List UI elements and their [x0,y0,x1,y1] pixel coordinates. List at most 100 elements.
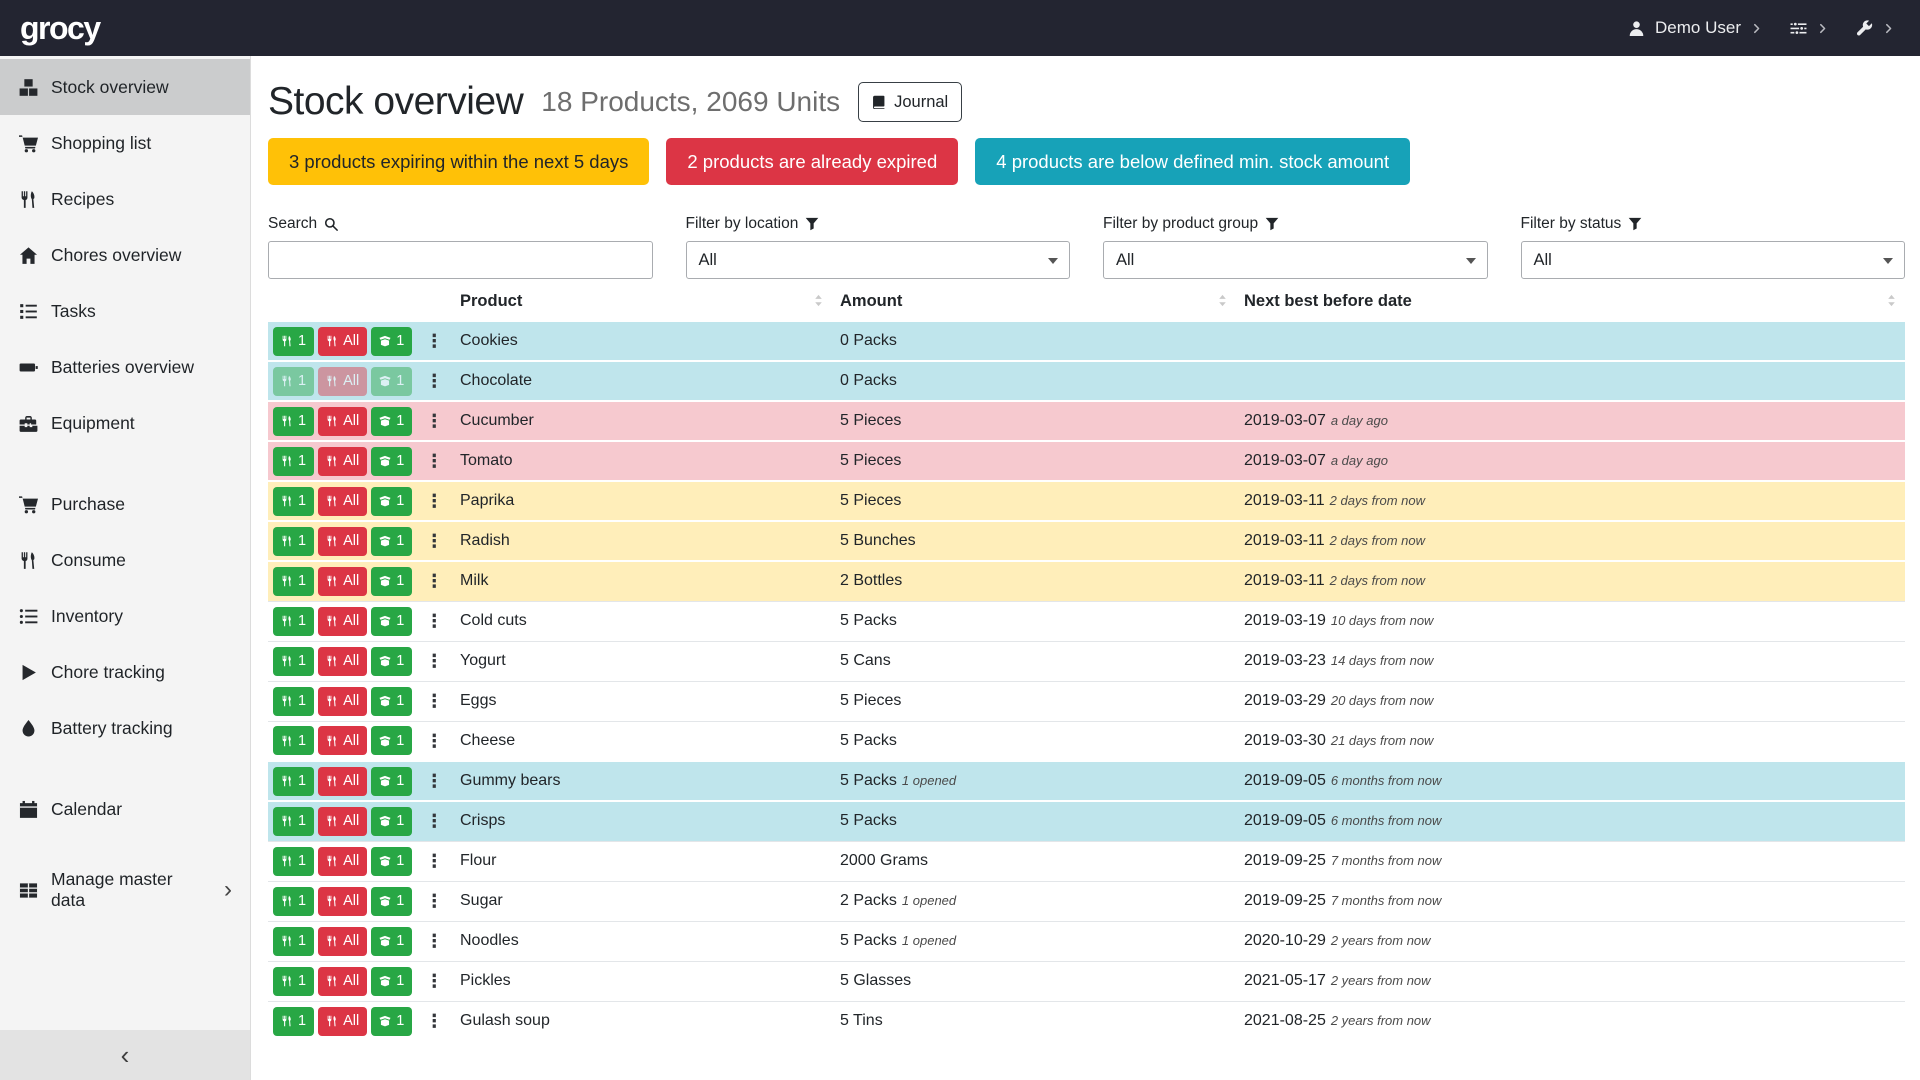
sidebar-item-inventory[interactable]: Inventory [0,588,250,644]
sidebar-collapse-button[interactable]: ‹ [0,1030,250,1080]
open-one-button[interactable]: 1 [371,1007,412,1036]
consume-all-button[interactable]: All [318,447,367,476]
open-one-button[interactable]: 1 [371,447,412,476]
open-one-button[interactable]: 1 [371,327,412,356]
consume-all-button[interactable]: All [318,967,367,996]
row-menu-button[interactable]: ⋮ [425,452,443,470]
consume-one-button[interactable]: 1 [273,527,314,556]
open-one-button[interactable]: 1 [371,367,412,396]
open-one-button[interactable]: 1 [371,967,412,996]
consume-all-button[interactable]: All [318,327,367,356]
consume-all-button[interactable]: All [318,807,367,836]
consume-one-button[interactable]: 1 [273,607,314,636]
sidebar-item-calendar[interactable]: Calendar [0,781,250,837]
journal-button[interactable]: Journal [858,82,962,122]
consume-one-button[interactable]: 1 [273,726,314,755]
sort-icon[interactable] [811,293,826,308]
consume-all-button[interactable]: All [318,887,367,916]
row-menu-button[interactable]: ⋮ [425,972,443,990]
row-menu-button[interactable]: ⋮ [425,372,443,390]
status-select[interactable]: All [1521,241,1906,279]
product-group-select[interactable]: All [1103,241,1488,279]
sidebar-item-stock-overview[interactable]: Stock overview [0,59,250,115]
sidebar-item-consume[interactable]: Consume [0,532,250,588]
sidebar-item-chores-overview[interactable]: Chores overview [0,227,250,283]
open-one-button[interactable]: 1 [371,567,412,596]
below-min-stock-alert[interactable]: 4 products are below defined min. stock … [975,138,1410,185]
sort-icon[interactable] [1884,293,1899,308]
consume-one-button[interactable]: 1 [273,367,314,396]
row-menu-button[interactable]: ⋮ [425,932,443,950]
consume-all-button[interactable]: All [318,767,367,796]
amount-column-header[interactable]: Amount [832,287,1236,321]
sidebar-item-batteries-overview[interactable]: Batteries overview [0,339,250,395]
open-one-button[interactable]: 1 [371,927,412,956]
consume-one-button[interactable]: 1 [273,447,314,476]
consume-all-button[interactable]: All [318,487,367,516]
consume-one-button[interactable]: 1 [273,1007,314,1036]
row-menu-button[interactable]: ⋮ [425,812,443,830]
sidebar-item-manage-master-data[interactable]: Manage master data › [0,862,250,918]
open-one-button[interactable]: 1 [371,687,412,716]
open-one-button[interactable]: 1 [371,767,412,796]
consume-all-button[interactable]: All [318,567,367,596]
consume-one-button[interactable]: 1 [273,327,314,356]
search-input[interactable] [268,241,653,279]
consume-one-button[interactable]: 1 [273,887,314,916]
open-one-button[interactable]: 1 [371,487,412,516]
consume-all-button[interactable]: All [318,726,367,755]
open-one-button[interactable]: 1 [371,726,412,755]
consume-all-button[interactable]: All [318,927,367,956]
open-one-button[interactable]: 1 [371,647,412,676]
consume-all-button[interactable]: All [318,647,367,676]
consume-one-button[interactable]: 1 [273,487,314,516]
product-column-header[interactable]: Product [452,287,832,321]
consume-one-button[interactable]: 1 [273,927,314,956]
row-menu-button[interactable]: ⋮ [425,652,443,670]
expiring-alert[interactable]: 3 products expiring within the next 5 da… [268,138,649,185]
consume-one-button[interactable]: 1 [273,847,314,876]
sort-icon[interactable] [1215,293,1230,308]
row-menu-button[interactable]: ⋮ [425,852,443,870]
row-menu-button[interactable]: ⋮ [425,332,443,350]
best-before-column-header[interactable]: Next best before date [1236,287,1905,321]
consume-all-button[interactable]: All [318,407,367,436]
open-one-button[interactable]: 1 [371,607,412,636]
sidebar-item-battery-tracking[interactable]: Battery tracking [0,700,250,756]
consume-all-button[interactable]: All [318,687,367,716]
consume-all-button[interactable]: All [318,607,367,636]
consume-one-button[interactable]: 1 [273,647,314,676]
consume-one-button[interactable]: 1 [273,567,314,596]
row-menu-button[interactable]: ⋮ [425,532,443,550]
consume-one-button[interactable]: 1 [273,807,314,836]
sidebar-item-purchase[interactable]: Purchase [0,476,250,532]
open-one-button[interactable]: 1 [371,527,412,556]
row-menu-button[interactable]: ⋮ [425,732,443,750]
row-menu-button[interactable]: ⋮ [425,412,443,430]
sidebar-item-recipes[interactable]: Recipes [0,171,250,227]
open-one-button[interactable]: 1 [371,847,412,876]
expired-alert[interactable]: 2 products are already expired [666,138,958,185]
row-menu-button[interactable]: ⋮ [425,1012,443,1030]
consume-all-button[interactable]: All [318,1007,367,1036]
consume-one-button[interactable]: 1 [273,767,314,796]
sidebar-item-shopping-list[interactable]: Shopping list [0,115,250,171]
open-one-button[interactable]: 1 [371,887,412,916]
location-select[interactable]: All [686,241,1071,279]
sidebar-item-equipment[interactable]: Equipment [0,395,250,451]
consume-one-button[interactable]: 1 [273,967,314,996]
app-logo[interactable]: grocy [20,10,100,47]
user-menu[interactable]: Demo User [1628,18,1762,38]
row-menu-button[interactable]: ⋮ [425,612,443,630]
view-options-menu[interactable] [1790,20,1828,37]
open-one-button[interactable]: 1 [371,807,412,836]
admin-tools-menu[interactable] [1856,20,1894,37]
consume-all-button[interactable]: All [318,527,367,556]
row-menu-button[interactable]: ⋮ [425,492,443,510]
open-one-button[interactable]: 1 [371,407,412,436]
row-menu-button[interactable]: ⋮ [425,572,443,590]
sidebar-item-chore-tracking[interactable]: Chore tracking [0,644,250,700]
consume-one-button[interactable]: 1 [273,687,314,716]
row-menu-button[interactable]: ⋮ [425,692,443,710]
sidebar-item-tasks[interactable]: Tasks [0,283,250,339]
